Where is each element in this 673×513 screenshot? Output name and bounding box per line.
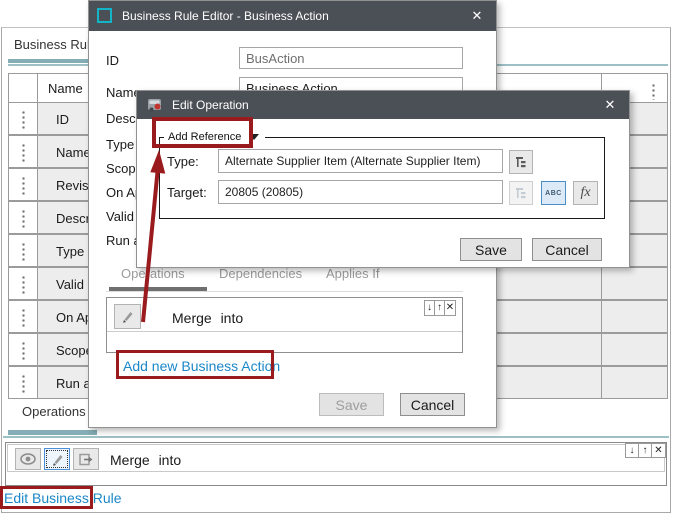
edit-operation-button[interactable] (44, 448, 70, 470)
row-end-cell (601, 300, 668, 333)
move-up-button[interactable]: ↑ (638, 443, 652, 458)
type-label: Type: (167, 154, 199, 169)
field-label-type: Type (106, 137, 134, 152)
add-reference-label: Add Reference (168, 131, 241, 143)
edit-operation-icon (146, 96, 164, 119)
screenshot-root: Business Rule Name ID Name Revision Desc… (0, 0, 673, 513)
row-drag-handle[interactable] (8, 300, 38, 333)
business-rule-icon (97, 8, 112, 23)
operation-close-button[interactable]: ✕ (599, 94, 621, 116)
caret-down-icon (249, 134, 259, 140)
type-field[interactable] (218, 149, 503, 173)
field-label-id: ID (106, 53, 119, 68)
header-drag-cell (8, 73, 38, 103)
row-drag-handle[interactable] (8, 366, 38, 399)
column-options-kebab-icon[interactable] (652, 83, 655, 100)
editor-save-button[interactable]: Save (319, 393, 384, 416)
editor-dialog-title: Business Rule Editor - Business Action (122, 9, 329, 23)
eye-icon (20, 453, 36, 465)
target-field[interactable] (218, 180, 503, 204)
tab-operations[interactable]: Operations (121, 266, 185, 281)
type-tree-picker-button[interactable] (509, 150, 533, 174)
row-end-cell (601, 333, 668, 366)
edit-operation-dialog: Edit Operation ✕ Add Reference Type: Tar… (136, 90, 630, 268)
editor-operation-row-label: Merge into (172, 310, 243, 326)
id-field[interactable] (239, 47, 463, 69)
editor-close-button[interactable]: ✕ (466, 5, 488, 27)
edit-business-rule-link[interactable]: Edit Business Rule (4, 490, 122, 506)
x-icon: ✕ (446, 303, 454, 313)
remove-row-button[interactable]: ✕ (651, 443, 666, 458)
move-down-button[interactable]: ↓ (625, 443, 639, 458)
view-operation-button[interactable] (15, 448, 41, 470)
tab-applies-if[interactable]: Applies If (326, 266, 379, 281)
abc-value-mode-button[interactable]: ABC (541, 181, 566, 205)
operation-save-button[interactable]: Save (460, 238, 522, 261)
pencil-icon (51, 453, 64, 466)
x-icon: ✕ (654, 446, 662, 456)
operation-row[interactable] (7, 444, 665, 472)
editor-operations-list: Merge into ↓ ↑ ✕ (106, 297, 463, 353)
arrow-down-icon: ↓ (427, 303, 432, 313)
editor-dialog-titlebar: Business Rule Editor - Business Action ✕ (89, 1, 496, 31)
row-drag-handle[interactable] (8, 201, 38, 234)
fx-icon: fx (580, 185, 590, 201)
target-tree-picker-button-disabled (509, 181, 533, 205)
target-label: Target: (167, 185, 207, 200)
add-new-business-action-link[interactable]: Add new Business Action (123, 358, 280, 374)
fx-formula-button[interactable]: fx (573, 181, 598, 205)
row-drag-handle[interactable] (8, 267, 38, 300)
row-drag-handle[interactable] (8, 135, 38, 168)
tab-dependencies[interactable]: Dependencies (219, 266, 302, 281)
row-drag-handle[interactable] (8, 234, 38, 267)
operation-dialog-title: Edit Operation (172, 98, 249, 112)
operations-tab-indicator (8, 430, 97, 435)
hierarchy-icon (515, 156, 528, 169)
editor-tab-divider (106, 291, 463, 292)
goto-operation-button[interactable] (73, 448, 99, 470)
row-end-cell (601, 267, 668, 300)
arrow-up-icon: ↑ (437, 303, 442, 313)
operations-strip-divider (3, 436, 669, 438)
row-drag-handle[interactable] (8, 333, 38, 366)
abc-icon: ABC (545, 190, 562, 197)
pencil-icon (121, 310, 134, 323)
operation-dialog-titlebar: Edit Operation ✕ (137, 91, 629, 119)
column-header-name: Name (48, 81, 83, 96)
row-end-cell (601, 366, 668, 399)
editor-operation-row[interactable] (107, 298, 462, 332)
arrow-up-icon: ↑ (643, 446, 648, 456)
open-arrow-icon (79, 453, 93, 466)
operations-list-panel (5, 442, 667, 486)
arrow-down-icon: ↓ (630, 446, 635, 456)
tab-operations-main[interactable]: Operations (22, 404, 86, 419)
tab-active-indicator (8, 59, 97, 63)
editor-cancel-button[interactable]: Cancel (400, 393, 465, 416)
row-drag-handle[interactable] (8, 102, 38, 135)
hierarchy-icon (515, 187, 528, 200)
edit-operation-inline-button[interactable] (114, 304, 141, 329)
operation-row-label: Merge into (110, 452, 181, 468)
add-reference-dropdown[interactable]: Add Reference (164, 129, 265, 145)
row-drag-handle[interactable] (8, 168, 38, 201)
tab-business-rules[interactable]: Business Rule (14, 37, 97, 52)
operation-cancel-button[interactable]: Cancel (532, 238, 602, 261)
remove-row-button[interactable]: ✕ (444, 300, 456, 316)
